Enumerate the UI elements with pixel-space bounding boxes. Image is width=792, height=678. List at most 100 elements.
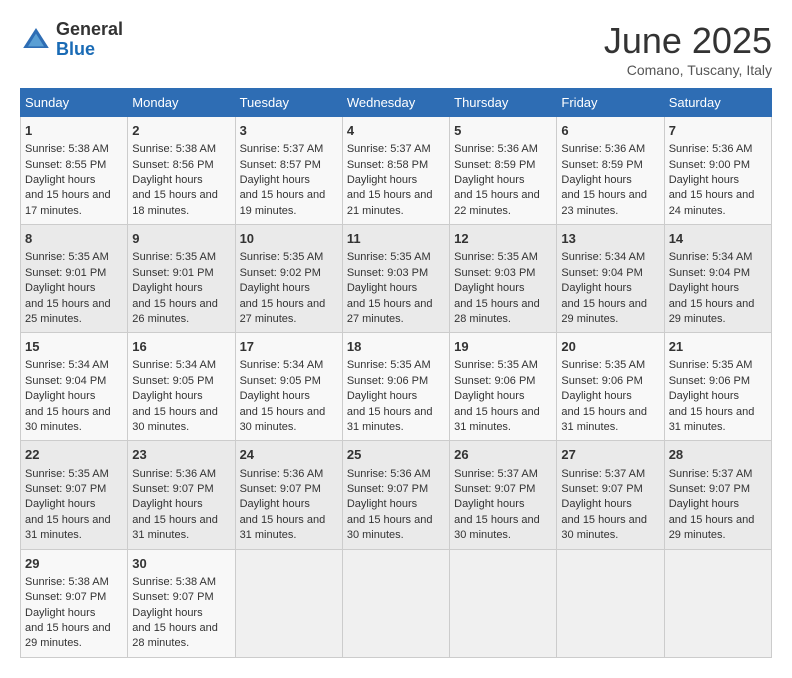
sunset: Sunset: 9:07 PM — [347, 483, 428, 495]
sunrise: Sunrise: 5:34 AM — [240, 359, 324, 371]
day-number: 27 — [561, 446, 659, 464]
sunrise: Sunrise: 5:36 AM — [240, 468, 324, 480]
sunrise: Sunrise: 5:37 AM — [347, 143, 431, 155]
daylight-duration: and 15 hours and 31 minutes. — [669, 406, 755, 433]
daylight-label: Daylight hours — [561, 498, 631, 510]
sunrise: Sunrise: 5:38 AM — [132, 143, 216, 155]
daylight-duration: and 15 hours and 29 minutes. — [25, 622, 111, 649]
page-header: General Blue June 2025 Comano, Tuscany, … — [20, 20, 772, 78]
daylight-duration: and 15 hours and 25 minutes. — [25, 298, 111, 325]
daylight-label: Daylight hours — [347, 282, 417, 294]
calendar-week-row: 15 Sunrise: 5:34 AM Sunset: 9:04 PM Dayl… — [21, 333, 772, 441]
daylight-duration: and 15 hours and 30 minutes. — [25, 406, 111, 433]
logo-text: General Blue — [56, 20, 123, 60]
sunset: Sunset: 9:06 PM — [347, 375, 428, 387]
calendar-week-row: 1 Sunrise: 5:38 AM Sunset: 8:55 PM Dayli… — [21, 117, 772, 225]
sunset: Sunset: 9:04 PM — [561, 267, 642, 279]
calendar-cell: 8 Sunrise: 5:35 AM Sunset: 9:01 PM Dayli… — [21, 225, 128, 333]
sunset: Sunset: 9:07 PM — [669, 483, 750, 495]
calendar-cell: 23 Sunrise: 5:36 AM Sunset: 9:07 PM Dayl… — [128, 441, 235, 549]
calendar-cell: 18 Sunrise: 5:35 AM Sunset: 9:06 PM Dayl… — [342, 333, 449, 441]
calendar-cell: 19 Sunrise: 5:35 AM Sunset: 9:06 PM Dayl… — [450, 333, 557, 441]
day-number: 21 — [669, 338, 767, 356]
title-block: June 2025 Comano, Tuscany, Italy — [604, 20, 772, 78]
calendar-cell — [557, 549, 664, 657]
day-number: 18 — [347, 338, 445, 356]
daylight-label: Daylight hours — [669, 282, 739, 294]
day-number: 13 — [561, 230, 659, 248]
calendar-week-row: 8 Sunrise: 5:35 AM Sunset: 9:01 PM Dayli… — [21, 225, 772, 333]
sunrise: Sunrise: 5:34 AM — [561, 251, 645, 263]
daylight-label: Daylight hours — [454, 390, 524, 402]
sunrise: Sunrise: 5:35 AM — [669, 359, 753, 371]
daylight-label: Daylight hours — [25, 607, 95, 619]
header-monday: Monday — [128, 89, 235, 117]
calendar-cell: 14 Sunrise: 5:34 AM Sunset: 9:04 PM Dayl… — [664, 225, 771, 333]
daylight-duration: and 15 hours and 30 minutes. — [561, 514, 647, 541]
daylight-label: Daylight hours — [25, 390, 95, 402]
calendar-week-row: 29 Sunrise: 5:38 AM Sunset: 9:07 PM Dayl… — [21, 549, 772, 657]
sunset: Sunset: 9:00 PM — [669, 159, 750, 171]
sunrise: Sunrise: 5:35 AM — [132, 251, 216, 263]
daylight-duration: and 15 hours and 30 minutes. — [240, 406, 326, 433]
sunset: Sunset: 9:07 PM — [132, 591, 213, 603]
sunrise: Sunrise: 5:35 AM — [454, 359, 538, 371]
sunset: Sunset: 9:07 PM — [240, 483, 321, 495]
day-number: 8 — [25, 230, 123, 248]
daylight-label: Daylight hours — [132, 390, 202, 402]
daylight-duration: and 15 hours and 27 minutes. — [240, 298, 326, 325]
calendar-cell — [450, 549, 557, 657]
daylight-duration: and 15 hours and 31 minutes. — [132, 514, 218, 541]
sunset: Sunset: 9:06 PM — [669, 375, 750, 387]
sunrise: Sunrise: 5:35 AM — [347, 251, 431, 263]
day-number: 10 — [240, 230, 338, 248]
daylight-label: Daylight hours — [347, 390, 417, 402]
sunrise: Sunrise: 5:36 AM — [561, 143, 645, 155]
daylight-label: Daylight hours — [347, 498, 417, 510]
daylight-label: Daylight hours — [669, 174, 739, 186]
sunset: Sunset: 8:58 PM — [347, 159, 428, 171]
header-saturday: Saturday — [664, 89, 771, 117]
calendar-cell: 11 Sunrise: 5:35 AM Sunset: 9:03 PM Dayl… — [342, 225, 449, 333]
day-number: 17 — [240, 338, 338, 356]
calendar-table: Sunday Monday Tuesday Wednesday Thursday… — [20, 88, 772, 658]
day-number: 19 — [454, 338, 552, 356]
logo-general: General — [56, 19, 123, 39]
calendar-cell: 2 Sunrise: 5:38 AM Sunset: 8:56 PM Dayli… — [128, 117, 235, 225]
sunset: Sunset: 9:07 PM — [25, 591, 106, 603]
daylight-label: Daylight hours — [454, 498, 524, 510]
daylight-label: Daylight hours — [132, 282, 202, 294]
day-number: 9 — [132, 230, 230, 248]
day-number: 23 — [132, 446, 230, 464]
sunset: Sunset: 9:05 PM — [240, 375, 321, 387]
calendar-cell: 20 Sunrise: 5:35 AM Sunset: 9:06 PM Dayl… — [557, 333, 664, 441]
daylight-duration: and 15 hours and 21 minutes. — [347, 189, 433, 216]
logo-blue: Blue — [56, 39, 95, 59]
calendar-cell: 21 Sunrise: 5:35 AM Sunset: 9:06 PM Dayl… — [664, 333, 771, 441]
daylight-duration: and 15 hours and 31 minutes. — [454, 406, 540, 433]
sunset: Sunset: 8:55 PM — [25, 159, 106, 171]
daylight-duration: and 15 hours and 31 minutes. — [25, 514, 111, 541]
day-number: 5 — [454, 122, 552, 140]
month-title: June 2025 — [604, 20, 772, 62]
daylight-duration: and 15 hours and 26 minutes. — [132, 298, 218, 325]
day-number: 3 — [240, 122, 338, 140]
daylight-duration: and 15 hours and 22 minutes. — [454, 189, 540, 216]
daylight-label: Daylight hours — [561, 282, 631, 294]
sunrise: Sunrise: 5:34 AM — [669, 251, 753, 263]
daylight-duration: and 15 hours and 17 minutes. — [25, 189, 111, 216]
calendar-cell: 1 Sunrise: 5:38 AM Sunset: 8:55 PM Dayli… — [21, 117, 128, 225]
day-number: 14 — [669, 230, 767, 248]
day-number: 16 — [132, 338, 230, 356]
sunset: Sunset: 9:04 PM — [25, 375, 106, 387]
daylight-label: Daylight hours — [347, 174, 417, 186]
calendar-cell: 3 Sunrise: 5:37 AM Sunset: 8:57 PM Dayli… — [235, 117, 342, 225]
header-wednesday: Wednesday — [342, 89, 449, 117]
header-thursday: Thursday — [450, 89, 557, 117]
sunset: Sunset: 8:57 PM — [240, 159, 321, 171]
sunrise: Sunrise: 5:36 AM — [669, 143, 753, 155]
daylight-duration: and 15 hours and 29 minutes. — [669, 298, 755, 325]
day-number: 4 — [347, 122, 445, 140]
day-number: 26 — [454, 446, 552, 464]
sunrise: Sunrise: 5:37 AM — [669, 468, 753, 480]
